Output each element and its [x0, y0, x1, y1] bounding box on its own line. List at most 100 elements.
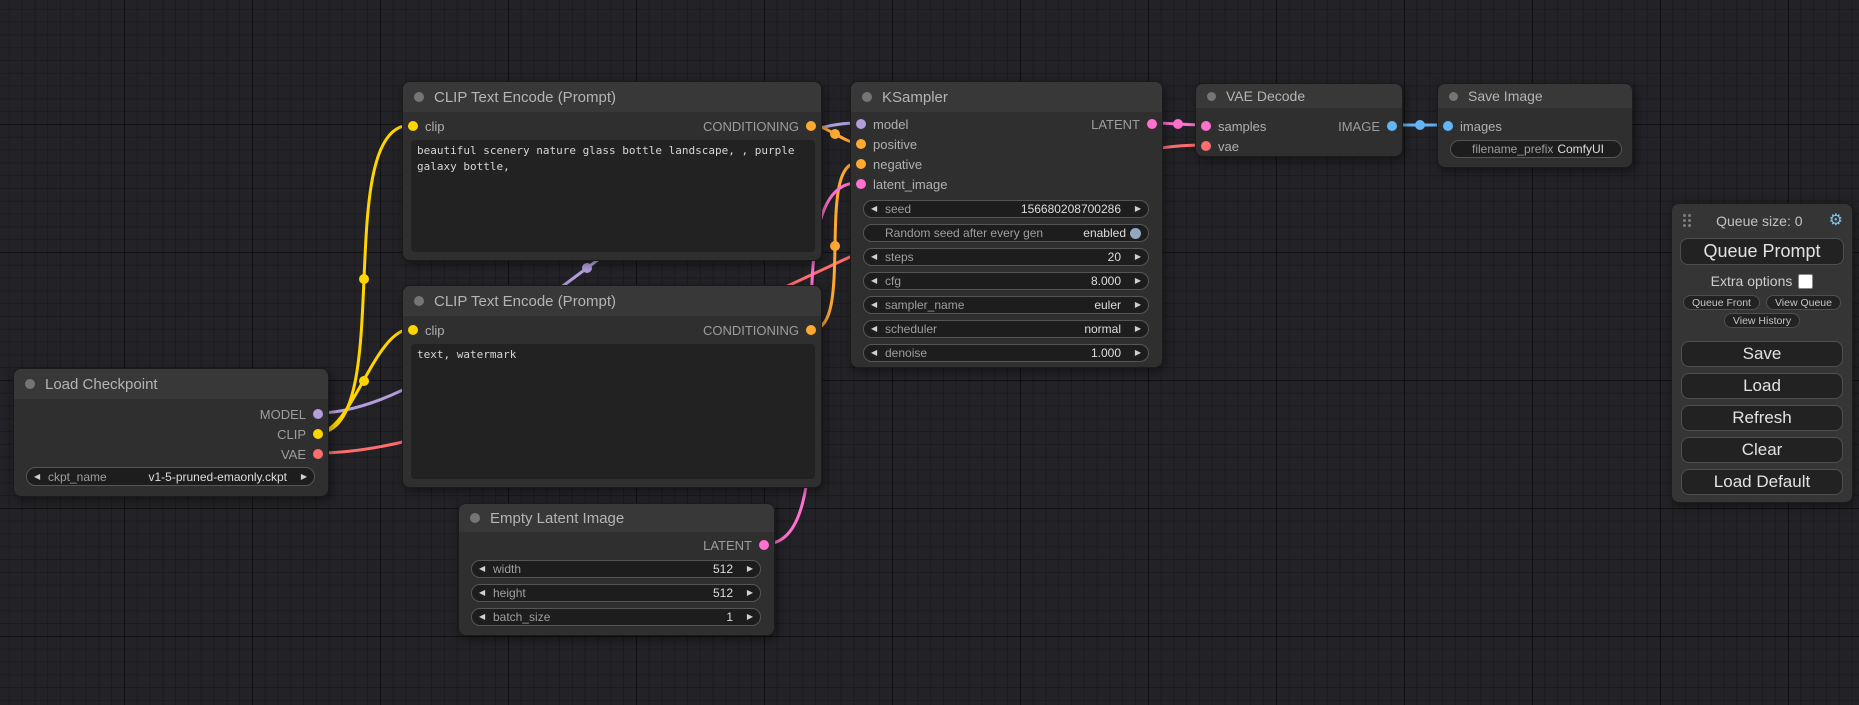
decrement-arrow-icon[interactable]: ◀: [479, 565, 493, 573]
node-title-bar[interactable]: Load Checkpoint: [14, 369, 328, 399]
port-label: samples: [1218, 119, 1266, 134]
collapse-dot-icon[interactable]: [25, 379, 35, 389]
port-label: LATENT: [1091, 117, 1140, 132]
decrement-arrow-icon[interactable]: ◀: [871, 205, 885, 213]
increment-arrow-icon[interactable]: ▶: [739, 613, 753, 621]
positive-prompt-textarea[interactable]: beautiful scenery nature glass bottle la…: [411, 140, 815, 252]
collapse-dot-icon[interactable]: [1449, 92, 1458, 101]
widget-batch-size[interactable]: ◀ batch_size 1 ▶: [471, 608, 761, 626]
node-clip-text-encode-negative[interactable]: CLIP Text Encode (Prompt) clip CONDITION…: [402, 285, 822, 488]
node-vae-decode[interactable]: VAE Decode samples IMAGE vae: [1195, 83, 1403, 157]
widget-random-seed-toggle[interactable]: Random seed after every gen enabled: [863, 224, 1149, 242]
output-port-image[interactable]: [1387, 121, 1397, 131]
extra-options-checkbox[interactable]: [1798, 274, 1813, 289]
increment-arrow-icon[interactable]: ▶: [293, 473, 307, 481]
node-title-bar[interactable]: Empty Latent Image: [459, 504, 774, 532]
output-port-latent[interactable]: [1147, 119, 1157, 129]
input-port-model[interactable]: [856, 119, 866, 129]
node-ksampler[interactable]: KSampler model LATENT positive: [850, 81, 1163, 368]
widget-cfg[interactable]: ◀ cfg 8.000 ▶: [863, 272, 1149, 290]
negative-prompt-textarea[interactable]: text, watermark: [411, 344, 815, 479]
output-port-model[interactable]: [313, 409, 323, 419]
widget-value: 1: [726, 610, 739, 624]
input-port-latent-image[interactable]: [856, 179, 866, 189]
output-port-conditioning[interactable]: [806, 121, 816, 131]
settings-gear-icon[interactable]: ⚙: [1829, 213, 1843, 229]
collapse-dot-icon[interactable]: [470, 513, 480, 523]
node-graph-canvas[interactable]: CLIP Text Encode (Prompt) clip CONDITION…: [0, 0, 1859, 705]
save-button[interactable]: Save: [1681, 341, 1843, 367]
load-button[interactable]: Load: [1681, 373, 1843, 399]
node-load-checkpoint[interactable]: Load Checkpoint MODEL CLIP VAE: [13, 368, 329, 497]
widget-filename-prefix[interactable]: filename_prefix ComfyUI: [1450, 140, 1622, 158]
load-default-button[interactable]: Load Default: [1681, 469, 1843, 495]
output-port-clip[interactable]: [313, 429, 323, 439]
node-title-bar[interactable]: CLIP Text Encode (Prompt): [403, 82, 821, 112]
increment-arrow-icon[interactable]: ▶: [1127, 205, 1141, 213]
node-title-bar[interactable]: CLIP Text Encode (Prompt): [403, 286, 821, 316]
output-port-vae[interactable]: [313, 449, 323, 459]
node-empty-latent-image[interactable]: Empty Latent Image LATENT ◀ width 512 ▶ …: [458, 503, 775, 636]
input-port-clip[interactable]: [408, 121, 418, 131]
increment-arrow-icon[interactable]: ▶: [1127, 277, 1141, 285]
widget-name: height: [493, 586, 526, 600]
queue-panel[interactable]: Queue size: 0 ⚙ Queue Prompt Extra optio…: [1671, 203, 1853, 503]
widget-name: width: [493, 562, 521, 576]
decrement-arrow-icon[interactable]: ◀: [479, 589, 493, 597]
collapse-dot-icon[interactable]: [414, 92, 424, 102]
collapse-dot-icon[interactable]: [414, 296, 424, 306]
decrement-arrow-icon[interactable]: ◀: [871, 253, 885, 261]
output-port-conditioning[interactable]: [806, 325, 816, 335]
decrement-arrow-icon[interactable]: ◀: [871, 325, 885, 333]
view-queue-button[interactable]: View Queue: [1766, 295, 1841, 310]
input-port-negative[interactable]: [856, 159, 866, 169]
node-title-bar[interactable]: VAE Decode: [1196, 84, 1402, 108]
increment-arrow-icon[interactable]: ▶: [739, 565, 753, 573]
drag-handle-icon[interactable]: [1683, 214, 1686, 217]
view-history-button[interactable]: View History: [1724, 313, 1800, 328]
decrement-arrow-icon[interactable]: ◀: [871, 277, 885, 285]
toggle-knob-icon[interactable]: [1130, 228, 1141, 239]
decrement-arrow-icon[interactable]: ◀: [871, 349, 885, 357]
decrement-arrow-icon[interactable]: ◀: [871, 301, 885, 309]
widget-height[interactable]: ◀ height 512 ▶: [471, 584, 761, 602]
link-midpoint-dot: [1415, 120, 1425, 130]
node-save-image[interactable]: Save Image images filename_prefix ComfyU…: [1437, 83, 1633, 168]
queue-front-button[interactable]: Queue Front: [1683, 295, 1760, 310]
collapse-dot-icon[interactable]: [1207, 92, 1216, 101]
increment-arrow-icon[interactable]: ▶: [739, 589, 753, 597]
collapse-dot-icon[interactable]: [862, 92, 872, 102]
node-clip-text-encode-positive[interactable]: CLIP Text Encode (Prompt) clip CONDITION…: [402, 81, 822, 261]
refresh-button[interactable]: Refresh: [1681, 405, 1843, 431]
widget-ckpt-name[interactable]: ◀ ckpt_name v1-5-pruned-emaonly.ckpt ▶: [26, 467, 315, 486]
link-midpoint-dot: [582, 263, 592, 273]
node-title-bar[interactable]: Save Image: [1438, 84, 1632, 108]
port-label: clip: [425, 119, 445, 134]
increment-arrow-icon[interactable]: ▶: [1127, 349, 1141, 357]
increment-arrow-icon[interactable]: ▶: [1127, 325, 1141, 333]
widget-seed[interactable]: ◀ seed 156680208700286 ▶: [863, 200, 1149, 218]
queue-size-label: Queue size: 0: [1690, 213, 1829, 229]
node-title: Save Image: [1468, 88, 1543, 104]
node-title-bar[interactable]: KSampler: [851, 82, 1162, 112]
queue-prompt-button[interactable]: Queue Prompt: [1680, 238, 1844, 265]
widget-name: batch_size: [493, 610, 550, 624]
output-port-latent[interactable]: [759, 540, 769, 550]
input-port-vae[interactable]: [1201, 141, 1211, 151]
clear-button[interactable]: Clear: [1681, 437, 1843, 463]
widget-steps[interactable]: ◀ steps 20 ▶: [863, 248, 1149, 266]
widget-scheduler[interactable]: ◀ scheduler normal ▶: [863, 320, 1149, 338]
widget-denoise[interactable]: ◀ denoise 1.000 ▶: [863, 344, 1149, 362]
widget-name: cfg: [885, 274, 901, 288]
widget-width[interactable]: ◀ width 512 ▶: [471, 560, 761, 578]
increment-arrow-icon[interactable]: ▶: [1127, 301, 1141, 309]
increment-arrow-icon[interactable]: ▶: [1127, 253, 1141, 261]
decrement-arrow-icon[interactable]: ◀: [34, 473, 48, 481]
widget-name: filename_prefix: [1472, 142, 1553, 156]
input-port-clip[interactable]: [408, 325, 418, 335]
input-port-samples[interactable]: [1201, 121, 1211, 131]
input-port-images[interactable]: [1443, 121, 1453, 131]
decrement-arrow-icon[interactable]: ◀: [479, 613, 493, 621]
input-port-positive[interactable]: [856, 139, 866, 149]
widget-sampler-name[interactable]: ◀ sampler_name euler ▶: [863, 296, 1149, 314]
